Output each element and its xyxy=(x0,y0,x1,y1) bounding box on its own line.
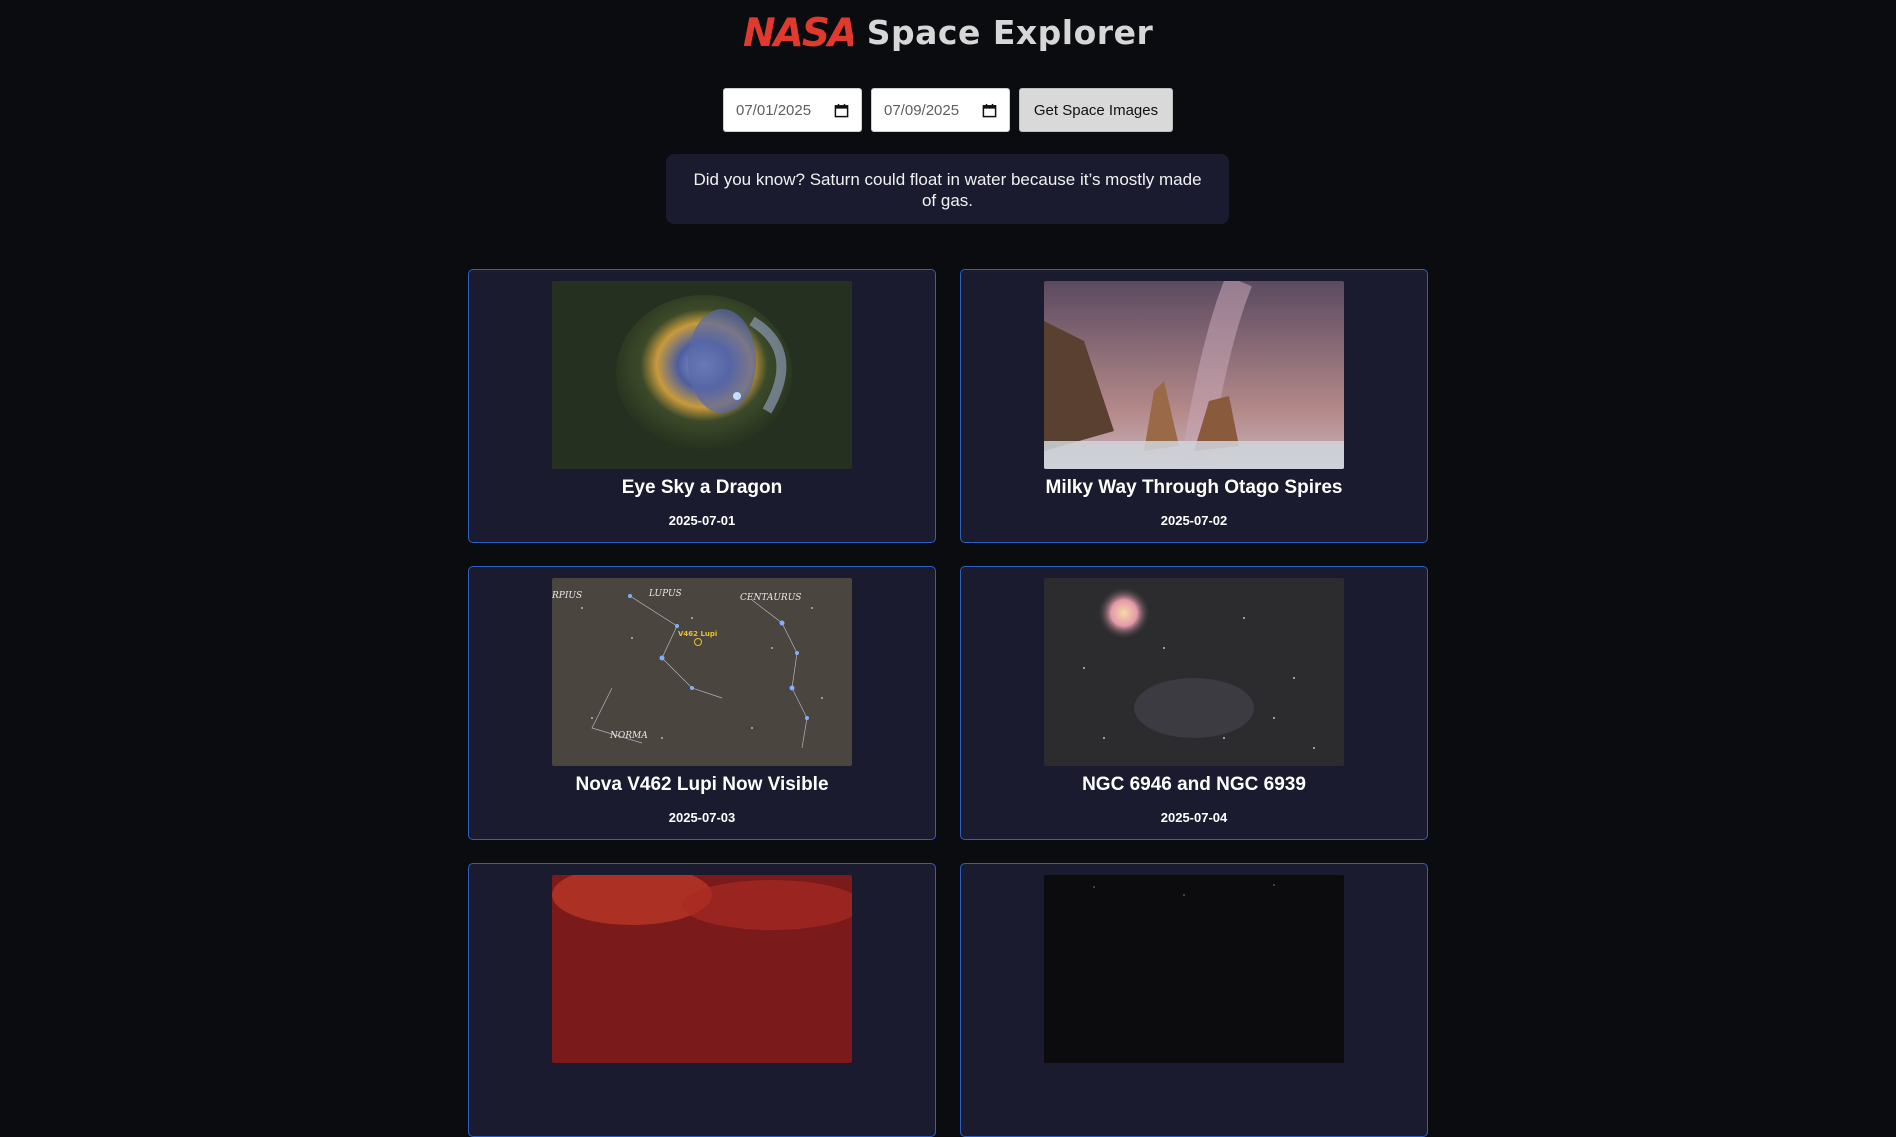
gallery-card[interactable]: Milky Way Through Otago Spires 2025-07-0… xyxy=(960,269,1428,543)
card-date: 2025-07-02 xyxy=(1160,513,1228,528)
card-title: Milky Way Through Otago Spires xyxy=(1045,477,1343,498)
date-controls: 07/01/2025 07/09/2025 Get Space Images xyxy=(0,88,1896,132)
gallery-card[interactable] xyxy=(468,863,936,1137)
get-space-images-button[interactable]: Get Space Images xyxy=(1019,88,1173,132)
end-date-value: 07/09/2025 xyxy=(884,101,960,119)
map-label-lupus: LUPUS xyxy=(648,589,682,599)
space-fact: Did you know? Saturn could float in wate… xyxy=(666,154,1229,224)
apod-image[interactable] xyxy=(1044,281,1344,469)
gallery-card[interactable] xyxy=(960,863,1428,1137)
calendar-icon[interactable] xyxy=(834,103,849,118)
card-title: NGC 6946 and NGC 6939 xyxy=(1082,774,1306,795)
map-label-v462-lupi: V462 Lupi xyxy=(678,630,717,638)
apod-image[interactable] xyxy=(552,875,852,1063)
end-date-input[interactable]: 07/09/2025 xyxy=(871,88,1010,132)
svg-text:NASA: NASA xyxy=(743,15,853,49)
apod-image[interactable] xyxy=(552,281,852,469)
nasa-logo: NASA xyxy=(743,15,853,49)
card-date: 2025-07-03 xyxy=(668,810,736,825)
map-label-norma: NORMA xyxy=(609,731,648,741)
apod-image[interactable] xyxy=(1044,578,1344,766)
card-title: Eye Sky a Dragon xyxy=(621,477,783,498)
gallery-card[interactable]: LUPUS CENTAURUS V462 Lupi NORMA RPIUS No… xyxy=(468,566,936,840)
start-date-input[interactable]: 07/01/2025 xyxy=(723,88,862,132)
image-gallery: Eye Sky a Dragon 2025-07-01 Milky Way Th… xyxy=(468,269,1428,1137)
gallery-card[interactable]: Eye Sky a Dragon 2025-07-01 xyxy=(468,269,936,543)
calendar-icon[interactable] xyxy=(982,103,997,118)
apod-image[interactable]: LUPUS CENTAURUS V462 Lupi NORMA RPIUS xyxy=(552,578,852,766)
card-title: Nova V462 Lupi Now Visible xyxy=(575,774,829,795)
start-date-value: 07/01/2025 xyxy=(736,101,812,119)
map-label-scorpius: RPIUS xyxy=(552,591,582,601)
card-date: 2025-07-04 xyxy=(1160,810,1228,825)
page-header: NASA Space Explorer xyxy=(0,10,1896,54)
gallery-card[interactable]: NGC 6946 and NGC 6939 2025-07-04 xyxy=(960,566,1428,840)
card-date: 2025-07-01 xyxy=(668,513,736,528)
map-label-centaurus: CENTAURUS xyxy=(740,593,801,603)
page-title: Space Explorer xyxy=(866,12,1154,52)
apod-image[interactable] xyxy=(1044,875,1344,1063)
